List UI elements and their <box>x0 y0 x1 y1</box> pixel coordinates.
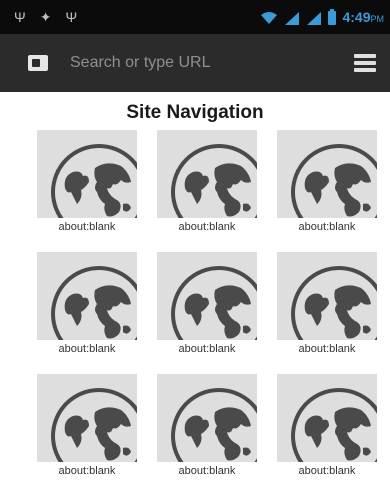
globe-icon <box>291 266 377 340</box>
globe-icon <box>51 144 137 218</box>
site-thumbnail <box>37 130 137 218</box>
site-tile-label: about:blank <box>58 221 116 233</box>
notification-icons: Ψ ✦ Ψ <box>14 9 77 25</box>
globe-icon <box>171 266 257 340</box>
site-tile-label: about:blank <box>298 221 356 233</box>
site-tile-label: about:blank <box>298 465 356 477</box>
site-thumbnail <box>37 374 137 462</box>
site-tile-label: about:blank <box>298 343 356 355</box>
usb-icon: Ψ <box>14 9 26 25</box>
site-tile-label: about:blank <box>178 465 236 477</box>
site-tile-label: about:blank <box>178 221 236 233</box>
settings-notification-icon: ✦ <box>39 9 52 25</box>
site-tile-label: about:blank <box>58 343 116 355</box>
site-tile[interactable]: about:blank <box>157 374 257 478</box>
site-thumbnail <box>277 130 377 218</box>
clock: 4:49PM <box>342 9 384 27</box>
menu-icon[interactable] <box>354 54 376 72</box>
site-tile[interactable]: about:blank <box>37 130 137 234</box>
clock-ampm: PM <box>370 14 385 24</box>
signal-icon <box>307 12 322 25</box>
globe-icon <box>291 144 377 218</box>
site-thumbnail <box>37 252 137 340</box>
globe-icon <box>51 266 137 340</box>
browser-toolbar <box>0 34 390 92</box>
url-input[interactable] <box>70 52 340 74</box>
site-tile[interactable]: about:blank <box>157 252 257 356</box>
site-tile-label: about:blank <box>178 343 236 355</box>
site-tile-label: about:blank <box>58 465 116 477</box>
status-bar: Ψ ✦ Ψ 4:49PM <box>0 0 390 34</box>
site-tile[interactable]: about:blank <box>277 252 377 356</box>
site-tile[interactable]: about:blank <box>277 374 377 478</box>
signal-icon <box>285 12 300 25</box>
site-tile[interactable]: about:blank <box>157 130 257 234</box>
globe-icon <box>291 388 377 462</box>
site-thumbnail <box>157 130 257 218</box>
site-tile[interactable]: about:blank <box>37 374 137 478</box>
clock-time: 4:49 <box>342 9 371 25</box>
site-tile[interactable]: about:blank <box>37 252 137 356</box>
page-title: Site Navigation <box>126 102 264 123</box>
tab-overview-icon[interactable] <box>28 55 48 71</box>
site-thumbnail <box>277 374 377 462</box>
site-thumbnail <box>157 374 257 462</box>
site-navigation-page: Site Navigation about:blank about:blank <box>0 92 390 491</box>
site-tiles-grid: about:blank about:blank about:blank abou… <box>37 130 377 478</box>
site-thumbnail <box>157 252 257 340</box>
wifi-icon <box>261 12 278 24</box>
globe-icon <box>171 388 257 462</box>
battery-icon <box>328 9 337 25</box>
site-tile[interactable]: about:blank <box>277 130 377 234</box>
site-thumbnail <box>277 252 377 340</box>
usb-icon: Ψ <box>65 9 78 25</box>
system-icons: 4:49PM <box>260 9 384 27</box>
globe-icon <box>171 144 257 218</box>
globe-icon <box>51 388 137 462</box>
